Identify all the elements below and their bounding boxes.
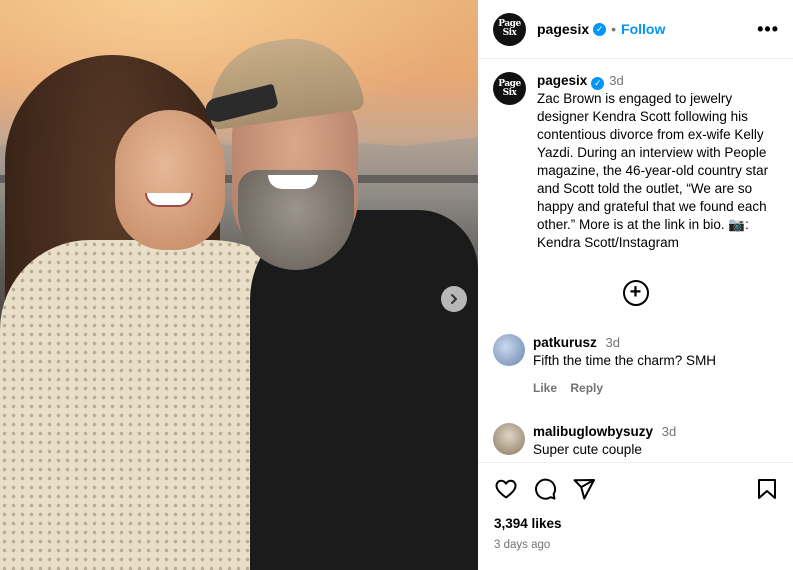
verified-badge-icon: ✓: [593, 22, 607, 36]
follow-button[interactable]: Follow: [621, 21, 665, 37]
logo-text-line2: Six: [502, 87, 517, 98]
account-avatar[interactable]: Page Six: [493, 12, 526, 46]
more-options-icon[interactable]: •••: [757, 19, 779, 40]
post-photo[interactable]: [0, 0, 478, 570]
comment-like-button[interactable]: Like: [533, 381, 557, 395]
comment-text: Fifth the time the charm? SMH: [533, 353, 717, 368]
comment-item: malibuglowbysuzy 3d Super cute couple: [493, 423, 778, 459]
comments-section[interactable]: Page Six pagesix ✓ 3d Zac Brown is engaged…: [478, 60, 793, 462]
comment-icon[interactable]: [533, 477, 557, 501]
comment-body: malibuglowbysuzy 3d Super cute couple: [533, 423, 676, 459]
action-bar: [494, 477, 779, 501]
commenter-avatar[interactable]: [493, 423, 525, 455]
next-photo-button[interactable]: [441, 286, 467, 312]
comment-timestamp[interactable]: 3d: [662, 424, 676, 439]
comment-body: patkurusz 3d Fifth the time the charm? S…: [533, 334, 716, 397]
post-sidebar: Page Six pagesix ✓ • Follow ••• Page Six…: [478, 0, 793, 570]
comment-item: patkurusz 3d Fifth the time the charm? S…: [493, 334, 778, 397]
post-caption: Page Six pagesix ✓ 3d Zac Brown is engaged…: [493, 72, 778, 252]
account-username[interactable]: pagesix: [537, 21, 589, 37]
commenter-username[interactable]: malibuglowbysuzy: [533, 424, 653, 439]
heart-icon[interactable]: [494, 477, 518, 501]
caption-avatar[interactable]: Page Six: [493, 72, 526, 105]
comment-timestamp[interactable]: 3d: [606, 335, 620, 350]
caption-body: pagesix ✓ 3d Zac Brown is engaged to jewel…: [537, 72, 778, 252]
separator-dot: •: [611, 21, 617, 37]
woman-smile: [145, 193, 193, 207]
verified-badge-icon: ✓: [591, 76, 605, 90]
likes-count[interactable]: 3,394 likes: [494, 516, 779, 531]
post-date[interactable]: 3 days ago: [494, 539, 779, 551]
send-icon[interactable]: [572, 477, 596, 501]
post-footer: 3,394 likes 3 days ago: [478, 462, 793, 570]
chevron-right-icon: [451, 294, 457, 304]
load-more-symbol: +: [629, 281, 642, 303]
plus-circle-icon[interactable]: +: [622, 280, 649, 306]
comment-actions: Like Reply: [533, 379, 716, 397]
post-header: Page Six pagesix ✓ • Follow •••: [478, 0, 793, 59]
caption-username[interactable]: pagesix: [537, 73, 587, 88]
man-smile: [268, 175, 318, 189]
commenter-avatar[interactable]: [493, 334, 525, 366]
caption-timestamp[interactable]: 3d: [609, 73, 623, 88]
comment-reply-button[interactable]: Reply: [570, 381, 603, 395]
caption-text: Zac Brown is engaged to jewelry designer…: [537, 91, 769, 250]
logo-text-line2: Six: [502, 28, 517, 38]
commenter-username[interactable]: patkurusz: [533, 335, 597, 350]
bookmark-icon[interactable]: [755, 477, 779, 501]
comment-text: Super cute couple: [533, 442, 642, 457]
woman-face: [115, 110, 225, 250]
